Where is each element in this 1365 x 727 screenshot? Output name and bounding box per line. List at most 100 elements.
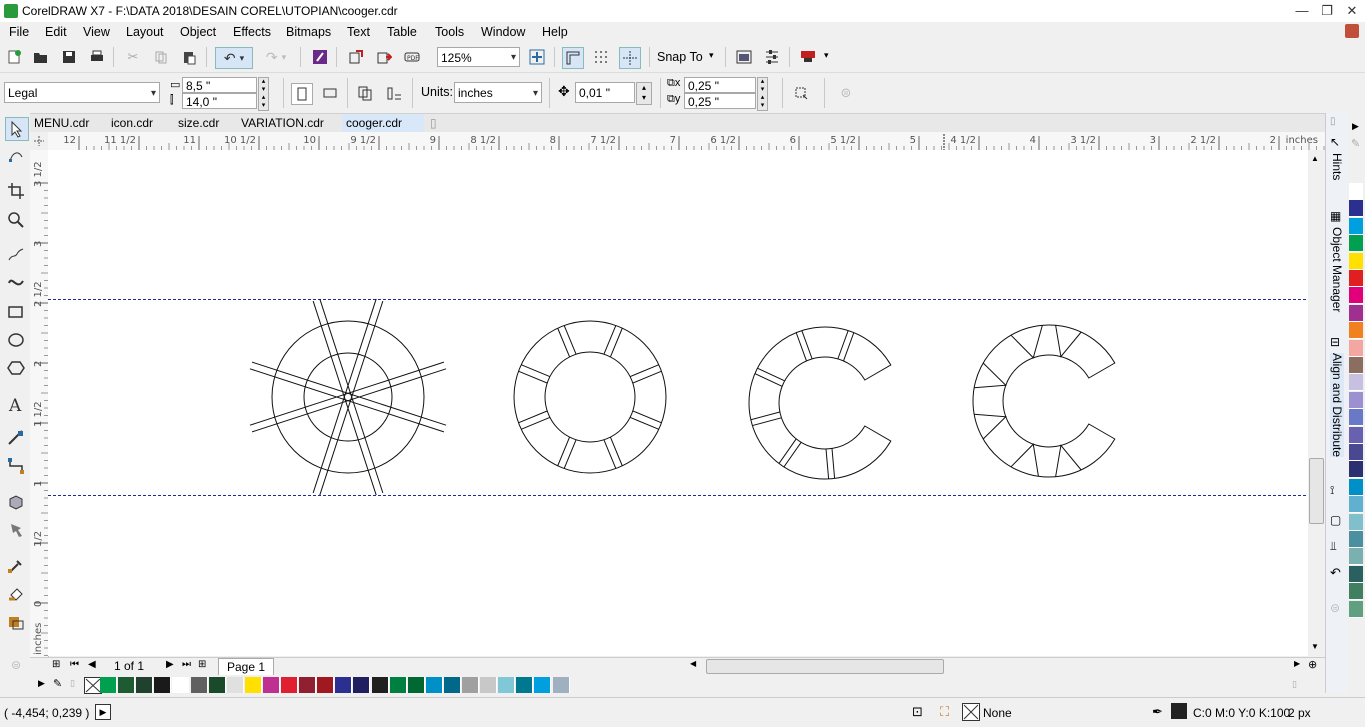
duplicate-distance-y-field[interactable]: 0,25 " [684,93,756,109]
pick-tool-icon[interactable] [5,117,29,141]
menu-layout[interactable]: Layout [126,25,164,39]
bottom-palette-swatch[interactable] [425,677,443,693]
bottom-palette-swatch[interactable] [154,677,172,693]
extrude-tool-icon[interactable] [5,491,27,513]
application-launcher-icon[interactable] [798,47,818,67]
freehand-tool-icon[interactable] [5,244,27,266]
bottom-palette-swatch[interactable] [172,677,190,693]
menu-tools[interactable]: Tools [435,25,464,39]
user-icon[interactable] [1345,24,1359,38]
publish-pdf-icon[interactable]: PDF [402,47,422,67]
bottom-palette-swatch[interactable] [281,677,298,693]
palette-swatch[interactable] [1349,322,1363,340]
bottom-palette-swatch[interactable] [299,677,317,693]
vertical-scrollbar[interactable]: ▲ ▼ [1308,150,1325,657]
launcher-arrow-icon[interactable]: ▾ [824,50,829,61]
open-icon[interactable] [31,47,51,67]
palette-swatch[interactable] [1349,600,1363,618]
docker-tab-align-distribute[interactable]: Align and Distribute [1330,353,1344,458]
bottom-palette-swatch[interactable] [407,677,425,693]
palette-swatch[interactable] [1349,304,1363,322]
ellipse-tool-icon[interactable] [5,329,27,351]
palette-swatch[interactable] [1349,478,1363,496]
zoom-level-select[interactable]: 125% [437,47,520,68]
scroll-left-icon[interactable]: ◀ [690,659,696,668]
tab-icon-cdr[interactable]: icon.cdr [107,114,173,132]
page-width-field[interactable]: 8,5 " [182,77,257,93]
page-tab[interactable]: Page 1 [218,658,275,676]
bottom-palette-swatch[interactable] [443,677,461,693]
polygon-tool-icon[interactable] [5,357,27,379]
bottom-palette-swatch[interactable] [516,677,534,693]
align-distribute-icon[interactable]: ⊟ [1330,335,1340,349]
status-play-icon[interactable]: ▶ [95,704,111,720]
menu-help[interactable]: Help [542,25,568,39]
docker-close-icon[interactable]: ▯ [1330,116,1336,127]
save-icon[interactable] [59,47,79,67]
new-document-icon[interactable] [4,47,24,67]
eyedropper-tool-icon[interactable] [5,555,27,577]
options-icon[interactable] [762,47,782,67]
palette-swatch[interactable] [1349,183,1363,200]
bottom-palette-swatch[interactable] [226,677,244,693]
all-pages-icon[interactable] [355,83,375,103]
tab-menu-cdr[interactable]: MENU.cdr [30,114,106,132]
undo-button[interactable]: ↶ ▾ [215,47,253,69]
duplicate-spinner[interactable]: ▴ ▾ ▴ ▾ [757,77,768,111]
treat-as-filled-icon[interactable] [791,83,811,103]
palette-swatch[interactable] [1349,339,1363,357]
horizontal-scroll-thumb[interactable] [706,659,944,674]
nudge-spinner[interactable]: ▴ ▾ [636,82,652,105]
horizontal-ruler[interactable]: 12 11 1/2 11 10 1/2 10 9 1/2 9 8 1/2 8 7 1/2 7 6 1/… [48,132,1325,151]
palette-swatch[interactable] [1349,444,1363,461]
docker-tool-b-icon[interactable]: ▢ [1330,513,1341,527]
shape-tool-icon[interactable] [5,145,27,167]
bottom-palette-swatch[interactable] [244,677,262,693]
bottom-palette-swatch[interactable] [317,677,335,693]
bottom-palette-swatch[interactable] [534,677,552,693]
bottom-palette-swatch[interactable] [136,677,154,693]
palette-swatch[interactable] [1349,496,1363,514]
bottom-palette-swatch[interactable] [480,677,498,693]
docker-tab-object-manager[interactable]: Object Manager [1330,227,1344,312]
palette-swatch[interactable] [1349,270,1363,287]
rectangle-tool-icon[interactable] [5,301,27,323]
palette-swatch[interactable] [1349,461,1363,479]
close-button[interactable]: ✕ [1338,0,1365,22]
palette-swatch[interactable] [1349,357,1363,374]
palette-swatch[interactable] [1349,374,1363,392]
transparency-tool-icon[interactable] [5,519,27,541]
bottom-palette-swatch[interactable] [100,677,117,693]
outline-color-swatch[interactable] [1171,703,1187,719]
outline-pen-icon[interactable]: ✒ [1152,704,1163,720]
zoom-navigator-icon[interactable]: ⊕ [1308,658,1317,671]
fill-none-swatch[interactable] [962,703,980,721]
palette-right-eyedropper-icon[interactable]: ✎ [1351,137,1360,150]
bottom-palette-swatch[interactable] [353,677,371,693]
menu-text[interactable]: Text [347,25,370,39]
crop-tool-icon[interactable] [5,180,27,202]
add-page-before-icon[interactable]: ⊞ [52,659,60,670]
scroll-down-icon[interactable]: ▼ [1311,642,1319,651]
vertical-ruler[interactable]: 3 1/2 3 2 1/2 2 1 1/2 1 1/2 0 inches [30,150,49,657]
palette-swatch[interactable] [1349,391,1363,409]
bottom-palette-swatch[interactable] [552,677,570,693]
zoom-fit-icon[interactable] [527,47,547,67]
snap-to-arrow-icon[interactable]: ▾ [709,50,714,61]
bottom-palette-swatch[interactable] [462,677,479,693]
last-page-icon[interactable]: ⏭ [182,659,191,670]
menu-edit[interactable]: Edit [45,25,67,39]
docker-tool-c-icon[interactable]: ⫫ [1330,539,1337,554]
artistic-media-tool-icon[interactable] [5,271,27,293]
next-page-icon[interactable]: ▶ [166,659,174,670]
palette-swatch[interactable] [1349,287,1363,305]
size-spinner[interactable]: ▴ ▾ ▴ ▾ [258,77,269,111]
quick-customize-toolbox-icon[interactable]: ⊜ [5,654,27,676]
bottom-palette-swatch[interactable] [389,677,407,693]
hints-icon[interactable]: ↖ [1330,135,1340,149]
menu-window[interactable]: Window [481,25,525,39]
redo-button[interactable]: ↷ ▾ [258,47,294,67]
import-icon[interactable] [346,47,366,67]
menu-table[interactable]: Table [387,25,417,39]
palette-swatch[interactable] [1349,235,1363,253]
